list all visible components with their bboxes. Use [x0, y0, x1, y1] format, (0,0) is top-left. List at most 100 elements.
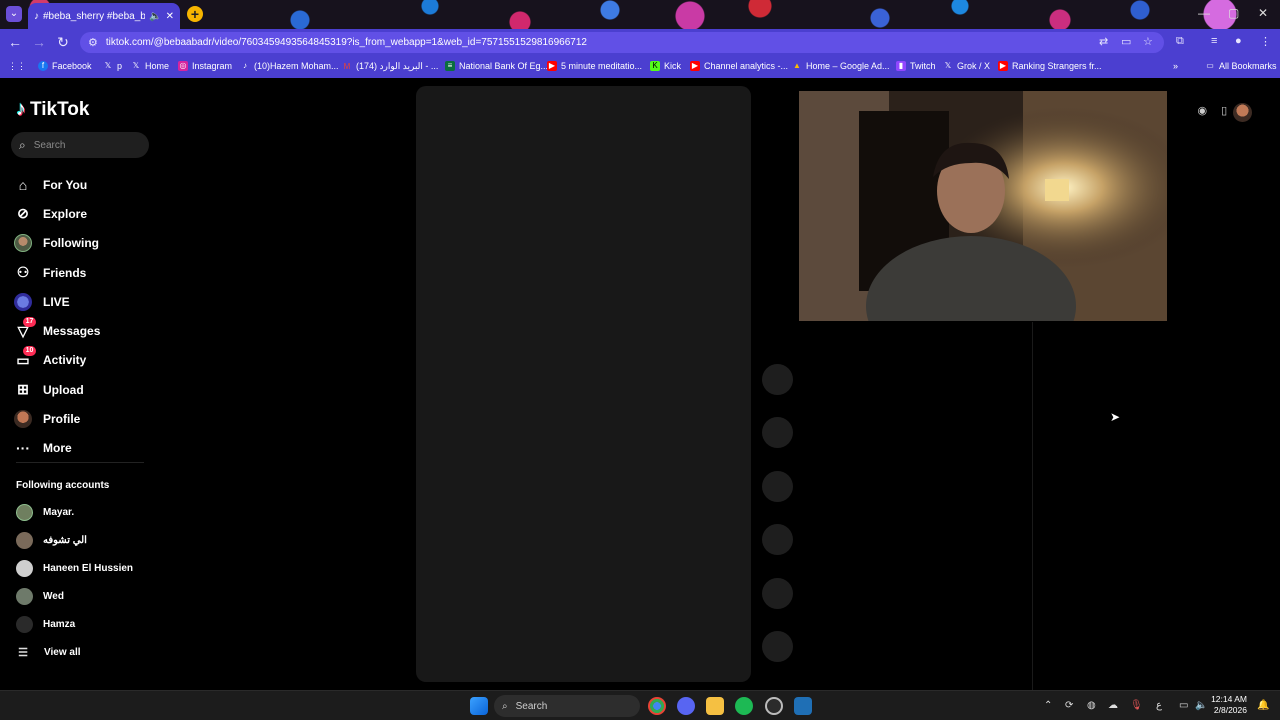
- sidebar-item-label: Profile: [43, 412, 81, 427]
- taskbar-search[interactable]: ⌕ Search: [494, 695, 640, 717]
- bookmark-label: (174) البريد الوارد - ...: [356, 61, 439, 71]
- back-icon[interactable]: ←: [7, 34, 23, 50]
- kick-icon: K: [650, 61, 660, 71]
- sidebar-item-upload[interactable]: ⊞ Upload: [14, 375, 154, 404]
- star-icon[interactable]: ☆: [1143, 35, 1153, 48]
- tab-active[interactable]: ♪ #beba_sherry #beba_badr 🔈 ✕: [28, 3, 180, 29]
- following-accounts-title: Following accounts: [16, 480, 110, 491]
- bookmark-gmail[interactable]: M (174) البريد الوارد - ...: [342, 61, 439, 72]
- bookmark-ranking-strangers[interactable]: ▶ Ranking Strangers fr...: [998, 61, 1102, 71]
- sync-icon[interactable]: ⟳: [1065, 700, 1073, 711]
- minimize-icon[interactable]: —: [1198, 6, 1210, 20]
- bookmark-label: Instagram: [192, 61, 233, 71]
- search-input[interactable]: ⌕ Search: [11, 132, 149, 158]
- sidebar-item-live[interactable]: LIVE: [14, 287, 154, 316]
- user-avatar[interactable]: [1233, 103, 1252, 122]
- spotify-icon[interactable]: [735, 697, 753, 715]
- maximize-icon[interactable]: ▢: [1228, 6, 1239, 20]
- forward-icon[interactable]: →: [31, 34, 47, 50]
- onedrive-icon[interactable]: ☁: [1108, 700, 1118, 711]
- discord-tray-icon[interactable]: ◍: [1087, 700, 1096, 711]
- account-item[interactable]: Hamza: [16, 610, 156, 638]
- language-indicator[interactable]: ع: [1156, 700, 1162, 711]
- x-icon: 𝕏: [104, 61, 112, 70]
- sidebar-item-following[interactable]: Following: [14, 229, 154, 258]
- bookmark-instagram[interactable]: ◎ Instagram: [178, 61, 232, 71]
- creator-avatar-placeholder[interactable]: [762, 364, 793, 395]
- facebook-icon: f: [38, 61, 48, 71]
- sidebar-item-profile[interactable]: Profile: [14, 404, 154, 433]
- all-bookmarks[interactable]: ▭ All Bookmarks: [1205, 61, 1277, 71]
- speaker-icon[interactable]: 🔈: [149, 11, 161, 22]
- bookmark-p[interactable]: 𝕏p: [103, 61, 122, 71]
- chrome-icon[interactable]: [648, 697, 666, 715]
- comment-button-placeholder[interactable]: [762, 470, 793, 502]
- sidebar-item-label: For You: [43, 177, 88, 192]
- tab-search-icon[interactable]: ⌄: [6, 6, 22, 22]
- phone-app-icon[interactable]: ▯: [1221, 104, 1227, 117]
- system-clock[interactable]: 12:14 AM 2/8/2026: [1211, 694, 1247, 716]
- bookmark-facebook[interactable]: f Facebook: [38, 61, 92, 71]
- like-button-placeholder[interactable]: [762, 417, 793, 449]
- music-disc-placeholder[interactable]: [762, 630, 793, 662]
- view-all-link[interactable]: ☰ View all: [16, 646, 80, 659]
- new-tab-button[interactable]: +: [187, 6, 203, 22]
- photos-icon[interactable]: [794, 697, 812, 715]
- tray-overflow-icon[interactable]: ⌃: [1044, 700, 1052, 711]
- reload-icon[interactable]: ↻: [55, 34, 71, 51]
- cast-icon[interactable]: ▭: [1121, 35, 1131, 48]
- more-bookmarks-icon[interactable]: »: [1173, 61, 1178, 71]
- bookmark-grok[interactable]: 𝕏 Grok / X: [943, 61, 990, 71]
- bookmark-label: Home: [145, 61, 170, 71]
- upload-icon: ⊞: [17, 381, 29, 398]
- sidebar-item-friends[interactable]: ⚇ Friends: [14, 258, 154, 287]
- account-item[interactable]: الي تشوفه: [16, 526, 156, 554]
- account-item[interactable]: Wed: [16, 582, 156, 610]
- coins-icon[interactable]: ◉: [1197, 104, 1207, 117]
- sidebar-item-activity[interactable]: ▭ 10 Activity: [14, 346, 154, 375]
- account-item[interactable]: Mayar.: [16, 498, 156, 526]
- compass-icon: ⊘: [17, 205, 29, 222]
- bookmark-hazem[interactable]: ♪ (10)Hazem Moham...: [240, 61, 339, 71]
- profile-avatar-icon[interactable]: ●: [1235, 35, 1242, 47]
- apps-icon[interactable]: ⋮⋮: [8, 61, 26, 72]
- close-tab-icon[interactable]: ✕: [166, 11, 174, 22]
- tab-title: #beba_sherry #beba_badr: [43, 10, 146, 22]
- bookmark-kick[interactable]: K Kick: [650, 61, 681, 71]
- address-bar[interactable]: ⚙ tiktok.com/@bebaabadr/video/7603459493…: [80, 32, 1164, 53]
- account-item[interactable]: Haneen El Hussien: [16, 554, 156, 582]
- bookmark-label: p: [117, 61, 123, 71]
- activity-icon: ▭ 10: [14, 346, 36, 369]
- sidebar-item-for-you[interactable]: ⌂ For You: [14, 170, 154, 199]
- browser-tab-strip: ⌄ ♪ #beba_sherry #beba_badr 🔈 ✕ + — ▢ ✕: [0, 0, 1280, 29]
- bookmark-nbe[interactable]: ≡ National Bank Of Eg...: [445, 61, 548, 71]
- all-bookmarks-label: All Bookmarks: [1219, 61, 1277, 71]
- bookmark-home[interactable]: 𝕏 Home: [131, 61, 169, 71]
- save-button-placeholder[interactable]: [762, 524, 793, 556]
- share-button-placeholder[interactable]: [762, 577, 793, 609]
- volume-icon[interactable]: 🔈: [1195, 700, 1207, 711]
- obs-icon[interactable]: [765, 697, 783, 715]
- sidebar-item-more[interactable]: ··· More: [14, 434, 154, 463]
- microphone-icon[interactable]: 🎙: [1130, 700, 1143, 711]
- menu-icon[interactable]: ⋮: [1260, 35, 1271, 48]
- tiktok-logo[interactable]: ♪ TikTok: [16, 98, 89, 121]
- video-player-placeholder[interactable]: [416, 86, 751, 682]
- file-explorer-icon[interactable]: [706, 697, 724, 715]
- sidebar-item-explore[interactable]: ⊘ Explore: [14, 199, 154, 228]
- extensions-icon[interactable]: ⧉: [1176, 35, 1184, 48]
- site-info-icon[interactable]: ⚙: [88, 36, 98, 49]
- messages-badge: 17: [23, 317, 36, 328]
- sidebar-item-messages[interactable]: ▽ 17 Messages: [14, 316, 154, 345]
- bookmark-twitch[interactable]: ▮ Twitch: [896, 61, 936, 71]
- translate-icon[interactable]: ⇄: [1099, 35, 1108, 48]
- bookmark-channel-analytics[interactable]: ▶ Channel analytics -...: [690, 61, 788, 71]
- bookmark-google-ads[interactable]: ▲ Home – Google Ad...: [792, 61, 890, 71]
- network-icon[interactable]: ▭: [1179, 700, 1188, 711]
- media-icon[interactable]: ≡: [1211, 35, 1217, 47]
- discord-icon[interactable]: [677, 697, 695, 715]
- close-window-icon[interactable]: ✕: [1258, 6, 1268, 20]
- bookmark-meditation[interactable]: ▶ 5 minute meditatio...: [547, 61, 642, 71]
- notification-icon[interactable]: 🔔: [1257, 700, 1269, 711]
- windows-start-icon[interactable]: [470, 697, 488, 715]
